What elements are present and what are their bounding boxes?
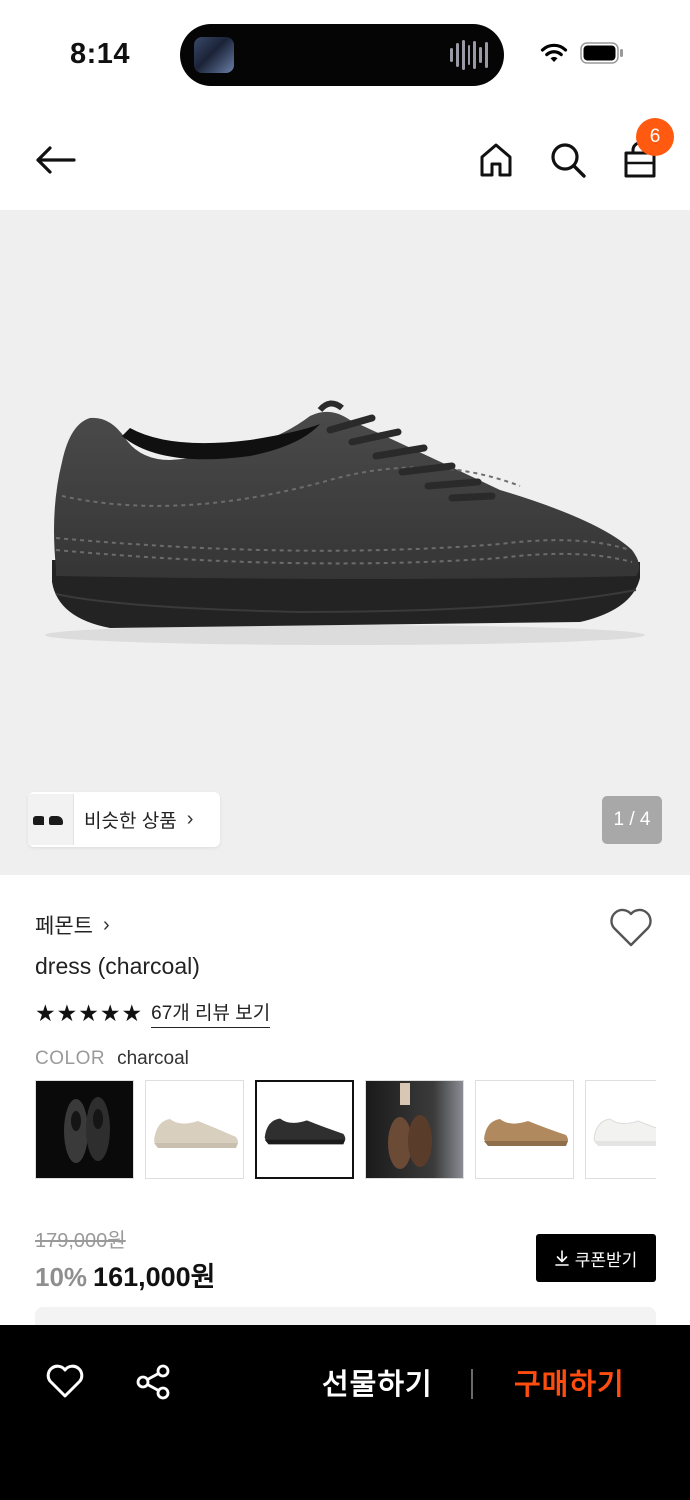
- wishlist-button[interactable]: [608, 906, 656, 954]
- brand-name: 페몬트: [35, 915, 93, 938]
- audio-waveform-icon: [450, 38, 489, 72]
- share-icon: [136, 1364, 170, 1400]
- similar-thumb: [44, 794, 74, 845]
- heart-icon: [46, 1364, 84, 1398]
- similar-products-thumbnails: [28, 792, 78, 847]
- product-title: dress (charcoal): [35, 953, 200, 979]
- bottom-wishlist-button[interactable]: [45, 1363, 85, 1403]
- home-button[interactable]: [468, 132, 524, 188]
- shoe-thumbnail: [264, 1118, 346, 1145]
- coupon-label: 쿠폰받기: [574, 1250, 638, 1270]
- buy-button[interactable]: 구매하기: [514, 1361, 625, 1403]
- dynamic-island[interactable]: [180, 24, 504, 86]
- product-shoe-image: [45, 400, 645, 645]
- color-swatches: [35, 1080, 656, 1180]
- search-icon: [551, 143, 586, 178]
- status-icons: [540, 42, 624, 64]
- bottom-action-bar: 선물하기 구매하기: [0, 1325, 690, 1500]
- swatch-black-pair[interactable]: [35, 1080, 134, 1179]
- similar-products-button[interactable]: 비슷한 상품 ›: [28, 792, 220, 847]
- product-image-carousel[interactable]: 비슷한 상품 › 1 / 4: [0, 210, 690, 875]
- star-icon: ★: [78, 1000, 99, 1026]
- battery-icon: [580, 42, 623, 64]
- swatch-white[interactable]: [585, 1080, 656, 1179]
- wifi-icon: [540, 43, 568, 62]
- color-value: charcoal: [117, 1048, 189, 1069]
- star-icon: ★: [35, 1000, 56, 1026]
- shoe-thumbnail: [64, 1097, 110, 1163]
- color-row: COLOR charcoal: [35, 1048, 189, 1070]
- price-row: 10% 161,000원: [35, 1255, 216, 1294]
- color-label: COLOR: [35, 1048, 106, 1069]
- image-page-indicator: 1 / 4: [602, 796, 662, 844]
- top-navigation: 6: [0, 110, 690, 210]
- reviews-link[interactable]: 67개 리뷰 보기: [151, 998, 271, 1028]
- chevron-right-icon: ›: [186, 808, 194, 830]
- shoe-thumbnail: [154, 1119, 238, 1148]
- swatch-beige[interactable]: [145, 1080, 244, 1179]
- chevron-right-icon: ›: [102, 913, 110, 936]
- brand-link[interactable]: 페몬트 ›: [35, 910, 110, 940]
- similar-products-label: 비슷한 상품: [84, 811, 177, 832]
- home-icon: [480, 143, 512, 177]
- share-button[interactable]: [134, 1363, 174, 1403]
- divider: [471, 1369, 473, 1399]
- heart-icon: [610, 908, 652, 947]
- shoe-thumbnail: [484, 1119, 568, 1146]
- original-price: 179,000원: [35, 1230, 126, 1252]
- shoe-thumbnail: [593, 1118, 656, 1146]
- star-rating: ★ ★ ★ ★ ★: [35, 1000, 142, 1026]
- status-time: 8:14: [70, 38, 131, 70]
- cart-button[interactable]: 6: [612, 118, 674, 188]
- back-arrow-icon: [36, 146, 76, 174]
- rating-row: ★ ★ ★ ★ ★ 67개 리뷰 보기: [35, 998, 271, 1028]
- download-icon: [554, 1250, 569, 1266]
- coupon-download-button[interactable]: 쿠폰받기: [536, 1234, 656, 1282]
- swatch-brown-lifestyle[interactable]: [365, 1080, 464, 1179]
- swatch-tan[interactable]: [475, 1080, 574, 1179]
- sale-price: 161,000원: [93, 1262, 216, 1292]
- star-icon: ★: [56, 1000, 78, 1026]
- discount-rate: 10%: [35, 1262, 88, 1292]
- star-icon: ★: [121, 1000, 143, 1026]
- cart-count-badge: 6: [636, 118, 674, 156]
- gift-button[interactable]: 선물하기: [322, 1361, 433, 1403]
- status-bar: 8:14: [0, 0, 690, 110]
- swatch-charcoal[interactable]: [255, 1080, 354, 1179]
- search-button[interactable]: [540, 132, 596, 188]
- back-button[interactable]: [27, 132, 83, 188]
- star-icon: ★: [99, 1000, 121, 1026]
- now-playing-artwork: [194, 37, 234, 73]
- shoe-thumbnail: [388, 1083, 432, 1169]
